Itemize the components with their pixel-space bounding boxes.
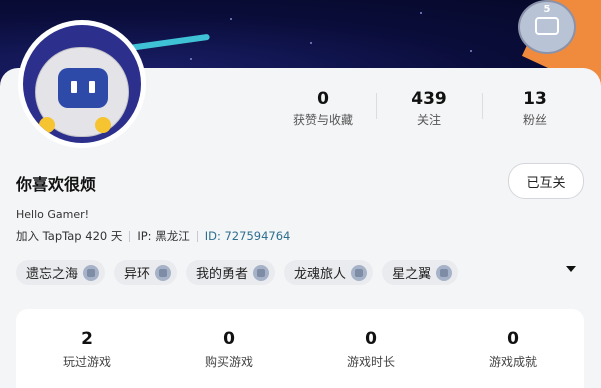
game-tag[interactable]: 星之翼 [382,260,459,285]
star-decoration [230,18,232,20]
game-stat-value: 2 [81,329,93,349]
game-tag[interactable]: 遗忘之海 [16,260,106,285]
avatar-image [23,25,141,143]
divider [129,230,131,242]
stat-label: 粉丝 [522,113,547,127]
stat-label: 获赞与收藏 [292,113,353,127]
game-tag[interactable]: 异环 [114,260,178,285]
stat-value: 0 [317,89,329,109]
gamepad-icon [535,17,559,35]
star-decoration [190,58,192,60]
profile-meta: 加入 TapTap 420 天 IP: 黑龙江 ID: 727594764 [16,228,290,244]
game-stats-panel: 2 玩过游戏 0 购买游戏 0 游戏时长 0 游戏成就 [16,309,584,388]
level-number: 5 [543,4,551,15]
game-level-icon [351,264,368,281]
game-stat-label: 购买游戏 [204,355,253,369]
divider [196,230,198,242]
ip-location: IP: 黑龙江 [137,229,190,243]
game-stat-played[interactable]: 2 玩过游戏 [16,309,158,388]
game-level-icon [436,264,453,281]
stat-likes[interactable]: 0 获赞与收藏 [270,85,376,131]
game-tag-label: 我的勇者 [196,267,249,282]
game-tag-label: 星之翼 [392,267,432,282]
game-stat-playtime[interactable]: 0 游戏时长 [300,309,442,388]
game-tag[interactable]: 龙魂旅人 [284,260,374,285]
star-decoration [310,42,312,44]
game-stat-label: 游戏时长 [346,355,395,369]
stat-value: 439 [411,89,447,109]
game-stat-label: 玩过游戏 [62,355,111,369]
game-tag-label: 遗忘之海 [26,267,79,282]
game-stat-purchased[interactable]: 0 购买游戏 [158,309,300,388]
game-level-icon [253,264,270,281]
level-badge[interactable]: 5 [518,0,576,54]
played-games-list: 遗忘之海 异环 我的勇者 龙魂旅人 星之翼 [16,260,459,285]
game-stat-value: 0 [507,329,519,349]
stat-value: 13 [523,89,547,109]
game-level-icon [83,264,100,281]
star-decoration [420,12,422,14]
avatar[interactable] [18,20,146,148]
stat-followers[interactable]: 13 粉丝 [482,85,588,131]
game-stat-label: 游戏成就 [488,355,537,369]
game-stat-value: 0 [223,329,235,349]
stat-label: 关注 [416,113,441,127]
game-stat-value: 0 [365,329,377,349]
mutual-follow-button[interactable]: 已互关 [508,163,584,199]
game-tag[interactable]: 我的勇者 [186,260,276,285]
bio: Hello Gamer! [16,208,90,221]
chevron-down-icon[interactable] [566,266,576,272]
game-tag-label: 异环 [124,267,151,282]
join-days: 加入 TapTap 420 天 [16,229,123,243]
profile-stats: 0 获赞与收藏 439 关注 13 粉丝 [270,85,588,131]
game-level-icon [155,264,172,281]
game-stat-achievements[interactable]: 0 游戏成就 [442,309,584,388]
user-id[interactable]: ID: 727594764 [205,229,291,243]
game-tag-label: 龙魂旅人 [294,267,347,282]
star-decoration [470,50,472,52]
nickname: 你喜欢很烦 [16,175,97,194]
stat-following[interactable]: 439 关注 [376,85,482,131]
